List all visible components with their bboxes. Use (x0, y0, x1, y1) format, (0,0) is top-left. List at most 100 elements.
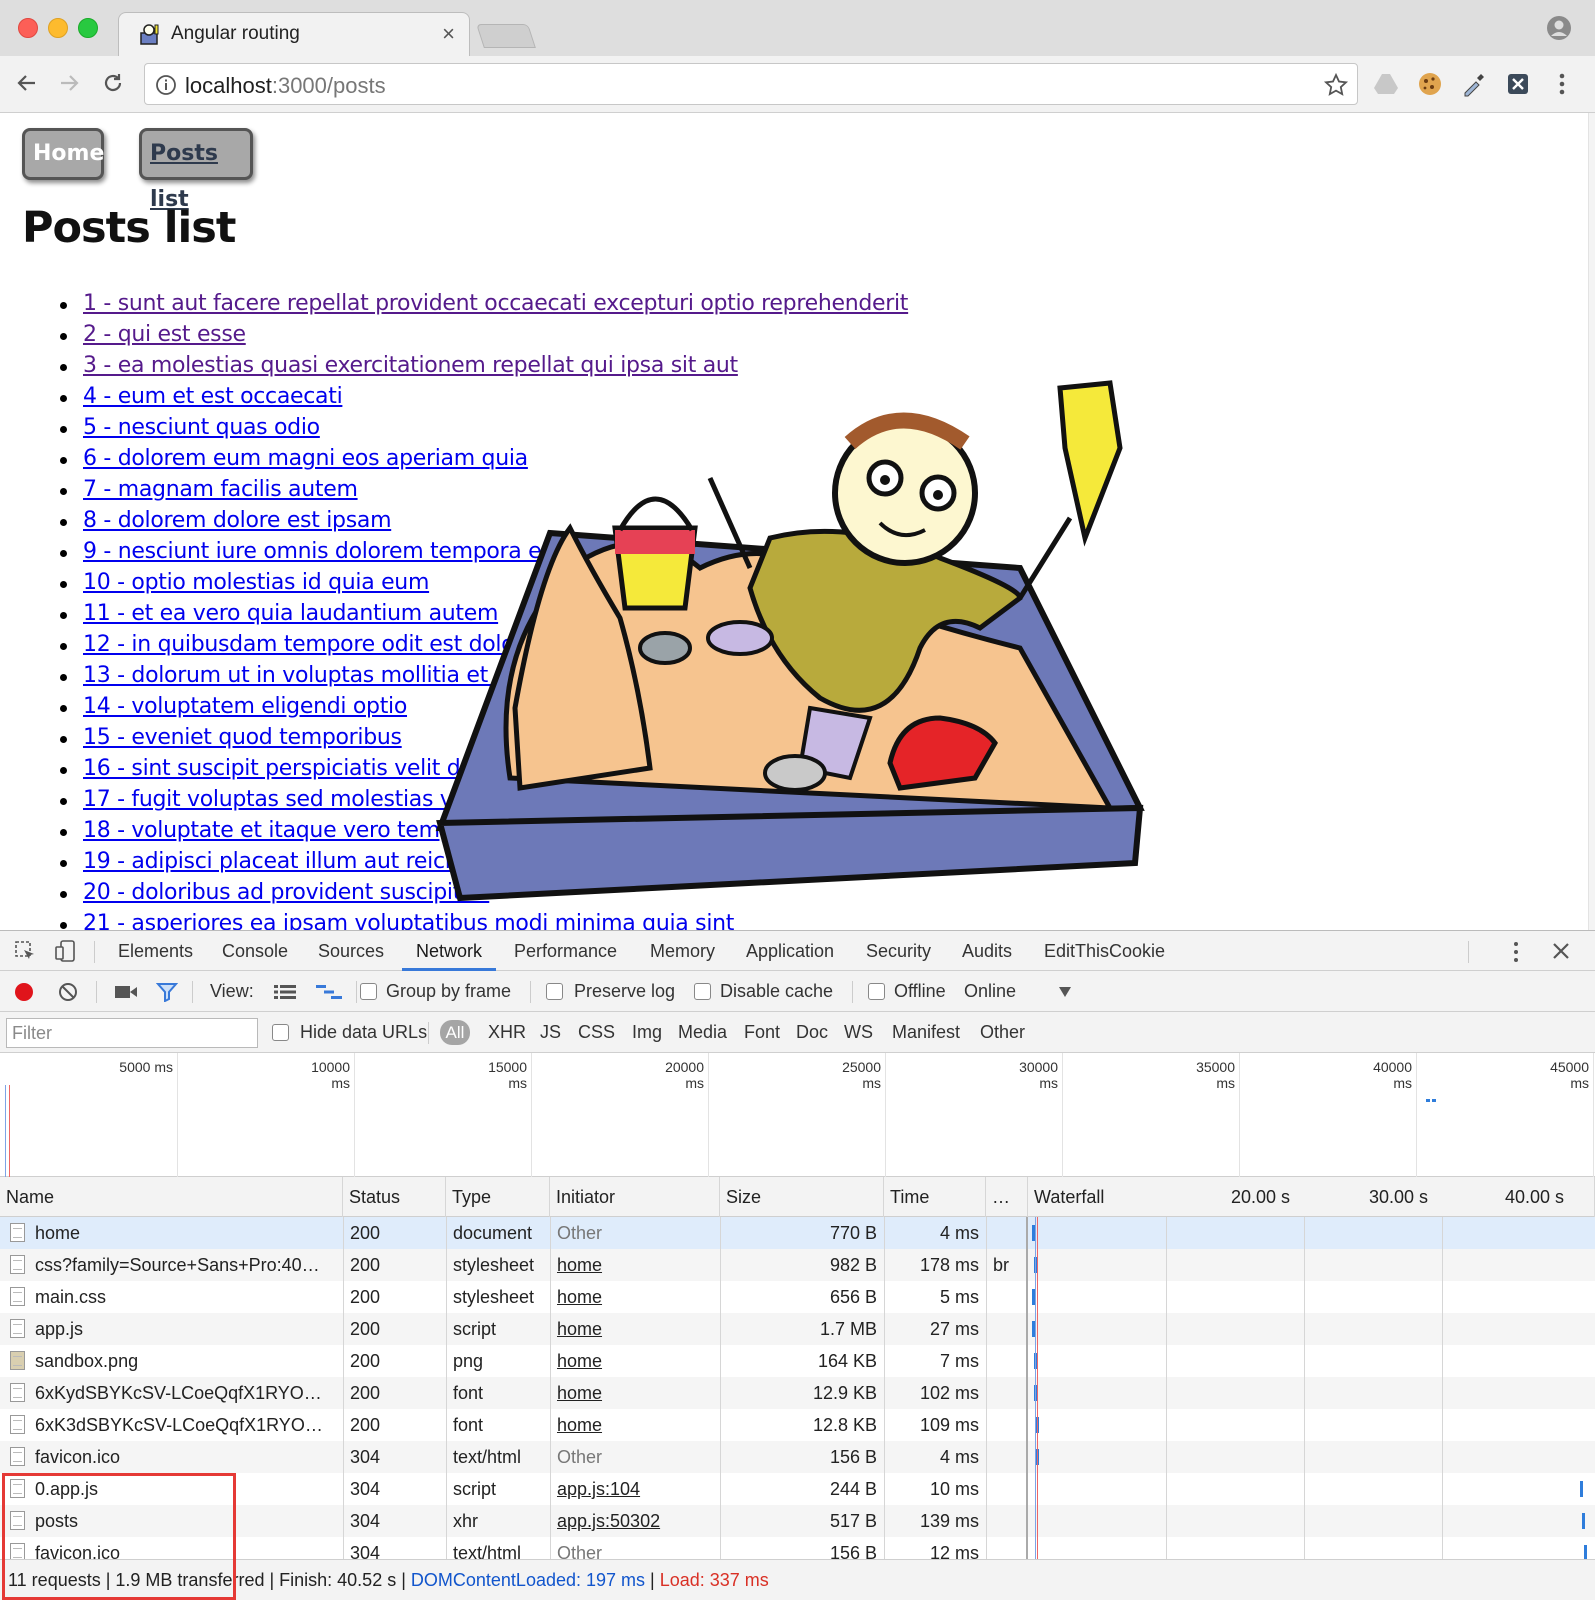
tab-network[interactable]: Network (402, 931, 497, 971)
table-row[interactable]: css?family=Source+Sans+Pro:40… 200 stylesh… (0, 1249, 1595, 1281)
table-row[interactable]: home 200 document Other 770 B 4 ms (0, 1217, 1595, 1249)
table-row[interactable]: sandbox.png 200 png home 164 KB 7 ms (0, 1345, 1595, 1377)
initiator-link[interactable]: home (557, 1287, 602, 1307)
column-header-time[interactable]: Time (884, 1177, 986, 1217)
post-link[interactable]: 16 - sint suscipit perspiciatis velit do… (83, 756, 837, 781)
table-row[interactable]: 0.app.js 304 script app.js:104 244 B 10 ms (0, 1473, 1595, 1505)
initiator-link[interactable]: home (557, 1415, 602, 1435)
posts-list-button[interactable]: Posts list (139, 128, 253, 212)
tab-editthiscookie[interactable]: EditThisCookie (1044, 931, 1165, 971)
post-link[interactable]: 18 - voluptate et itaque vero tempora mo… (83, 818, 601, 843)
browser-tab-active[interactable]: Angular routing × (118, 12, 470, 57)
filter-funnel-icon[interactable] (156, 982, 178, 1002)
waterfall-view-icon[interactable] (316, 984, 342, 1000)
post-link[interactable]: 13 - dolorum ut in voluptas mollitia et … (83, 663, 673, 688)
column-header-initiator[interactable]: Initiator (550, 1177, 720, 1217)
tab-elements[interactable]: Elements (118, 931, 193, 971)
tab-memory[interactable]: Memory (650, 931, 715, 971)
post-link[interactable]: 10 - optio molestias id quia eum (83, 570, 429, 595)
table-row[interactable]: 6xK3dSBYKcSV-LCoeQqfX1RYO… 200 font home 12.… (0, 1409, 1595, 1441)
network-overview-timeline[interactable]: 5000 ms 10000 ms 15000 ms 20000 ms 25000 ms 3… (0, 1053, 1595, 1177)
type-filter-ws[interactable]: WS (844, 1012, 873, 1053)
devtools-more-icon[interactable] (1512, 941, 1520, 963)
type-filter-js[interactable]: JS (540, 1012, 561, 1053)
disable-cache-checkbox[interactable] (694, 983, 711, 1000)
table-row[interactable]: 6xKydSBYKcSV-LCoeQqfX1RYO… 200 font home 12.… (0, 1377, 1595, 1409)
filter-input[interactable] (6, 1018, 258, 1048)
type-filter-media[interactable]: Media (678, 1012, 727, 1053)
post-link[interactable]: 15 - eveniet quod temporibus (83, 725, 402, 750)
close-window-button[interactable] (18, 18, 38, 38)
offline-checkbox[interactable] (868, 983, 885, 1000)
info-icon[interactable] (155, 74, 177, 96)
table-row[interactable]: favicon.ico 304 text/html Other 156 B 12 ms (0, 1537, 1595, 1559)
new-tab-button[interactable] (476, 24, 536, 48)
group-by-frame-checkbox[interactable] (360, 983, 377, 1000)
screenshot-camera-icon[interactable] (114, 984, 138, 1000)
device-toolbar-icon[interactable] (54, 940, 76, 962)
record-icon[interactable] (14, 982, 34, 1002)
tab-security[interactable]: Security (866, 931, 931, 971)
list-view-icon[interactable] (274, 984, 296, 1000)
post-link[interactable]: 19 - adipisci placeat illum aut reiciend… (83, 849, 548, 874)
post-link[interactable]: 12 - in quibusdam tempore odit est dolor… (83, 632, 557, 657)
cookie-extension-button[interactable] (1416, 70, 1444, 98)
type-filter-doc[interactable]: Doc (796, 1012, 828, 1053)
table-row[interactable]: posts 304 xhr app.js:50302 517 B 139 ms (0, 1505, 1595, 1537)
post-link[interactable]: 4 - eum et est occaecati (83, 384, 343, 409)
tab-application[interactable]: Application (746, 931, 834, 971)
hide-data-urls-checkbox[interactable] (272, 1024, 289, 1041)
post-link[interactable]: 7 - magnam facilis autem (83, 477, 358, 502)
column-header-name[interactable]: Name (0, 1177, 343, 1217)
profile-icon[interactable] (1545, 14, 1573, 42)
throttling-select[interactable]: Online (964, 971, 1016, 1012)
tab-sources[interactable]: Sources (318, 931, 384, 971)
clear-icon[interactable] (58, 982, 78, 1002)
column-header-type[interactable]: Type (446, 1177, 550, 1217)
initiator-link[interactable]: home (557, 1319, 602, 1339)
waterfall-divider[interactable] (1026, 1217, 1028, 1559)
table-row[interactable]: app.js 200 script home 1.7 MB 27 ms (0, 1313, 1595, 1345)
reload-button[interactable] (98, 68, 128, 98)
table-row[interactable]: main.css 200 stylesheet home 656 B 5 ms (0, 1281, 1595, 1313)
type-filter-img[interactable]: Img (632, 1012, 662, 1053)
column-header-more[interactable]: … (986, 1177, 1028, 1217)
star-icon[interactable] (1323, 72, 1349, 98)
post-link[interactable]: 3 - ea molestias quasi exercitationem re… (83, 353, 738, 378)
initiator-link[interactable]: app.js:104 (557, 1479, 640, 1499)
home-button[interactable]: Home (22, 128, 104, 180)
post-link[interactable]: 14 - voluptatem eligendi optio (83, 694, 407, 719)
post-link[interactable]: 5 - nesciunt quas odio (83, 415, 320, 440)
browser-menu-button[interactable] (1548, 70, 1576, 98)
type-filter-font[interactable]: Font (744, 1012, 780, 1053)
initiator-link[interactable]: app.js:50302 (557, 1511, 660, 1531)
post-link[interactable]: 11 - et ea vero quia laudantium autem (83, 601, 498, 626)
forward-button[interactable] (54, 68, 84, 98)
eyedropper-extension-button[interactable] (1460, 70, 1488, 98)
initiator-link[interactable]: home (557, 1351, 602, 1371)
initiator-link[interactable]: home (557, 1383, 602, 1403)
devtools-close-icon[interactable] (1552, 942, 1570, 960)
post-link[interactable]: 8 - dolorem dolore est ipsam (83, 508, 392, 533)
tab-console[interactable]: Console (222, 931, 288, 971)
post-link[interactable]: 1 - sunt aut facere repellat provident o… (83, 291, 908, 316)
post-link[interactable]: 21 - asperiores ea ipsam voluptatibus mo… (83, 911, 734, 930)
type-filter-other[interactable]: Other (980, 1012, 1025, 1053)
drive-extension-button[interactable] (1372, 70, 1400, 98)
minimize-window-button[interactable] (48, 18, 68, 38)
post-link[interactable]: 9 - nesciunt iure omnis dolorem tempora … (83, 539, 694, 564)
type-filter-manifest[interactable]: Manifest (892, 1012, 960, 1053)
post-link[interactable]: 20 - doloribus ad provident suscipit at (83, 880, 490, 905)
back-button[interactable] (12, 68, 42, 98)
column-header-size[interactable]: Size (720, 1177, 884, 1217)
tab-close-icon[interactable]: × (442, 21, 455, 47)
type-filter-xhr[interactable]: XHR (488, 1012, 526, 1053)
tab-performance[interactable]: Performance (514, 931, 617, 971)
type-filter-all[interactable]: All (440, 1020, 470, 1045)
inspect-element-icon[interactable] (14, 940, 36, 962)
initiator-link[interactable]: home (557, 1255, 602, 1275)
tab-audits[interactable]: Audits (962, 931, 1012, 971)
page-scrollbar[interactable] (1588, 113, 1595, 930)
x-extension-button[interactable] (1504, 70, 1532, 98)
type-filter-css[interactable]: CSS (578, 1012, 615, 1053)
